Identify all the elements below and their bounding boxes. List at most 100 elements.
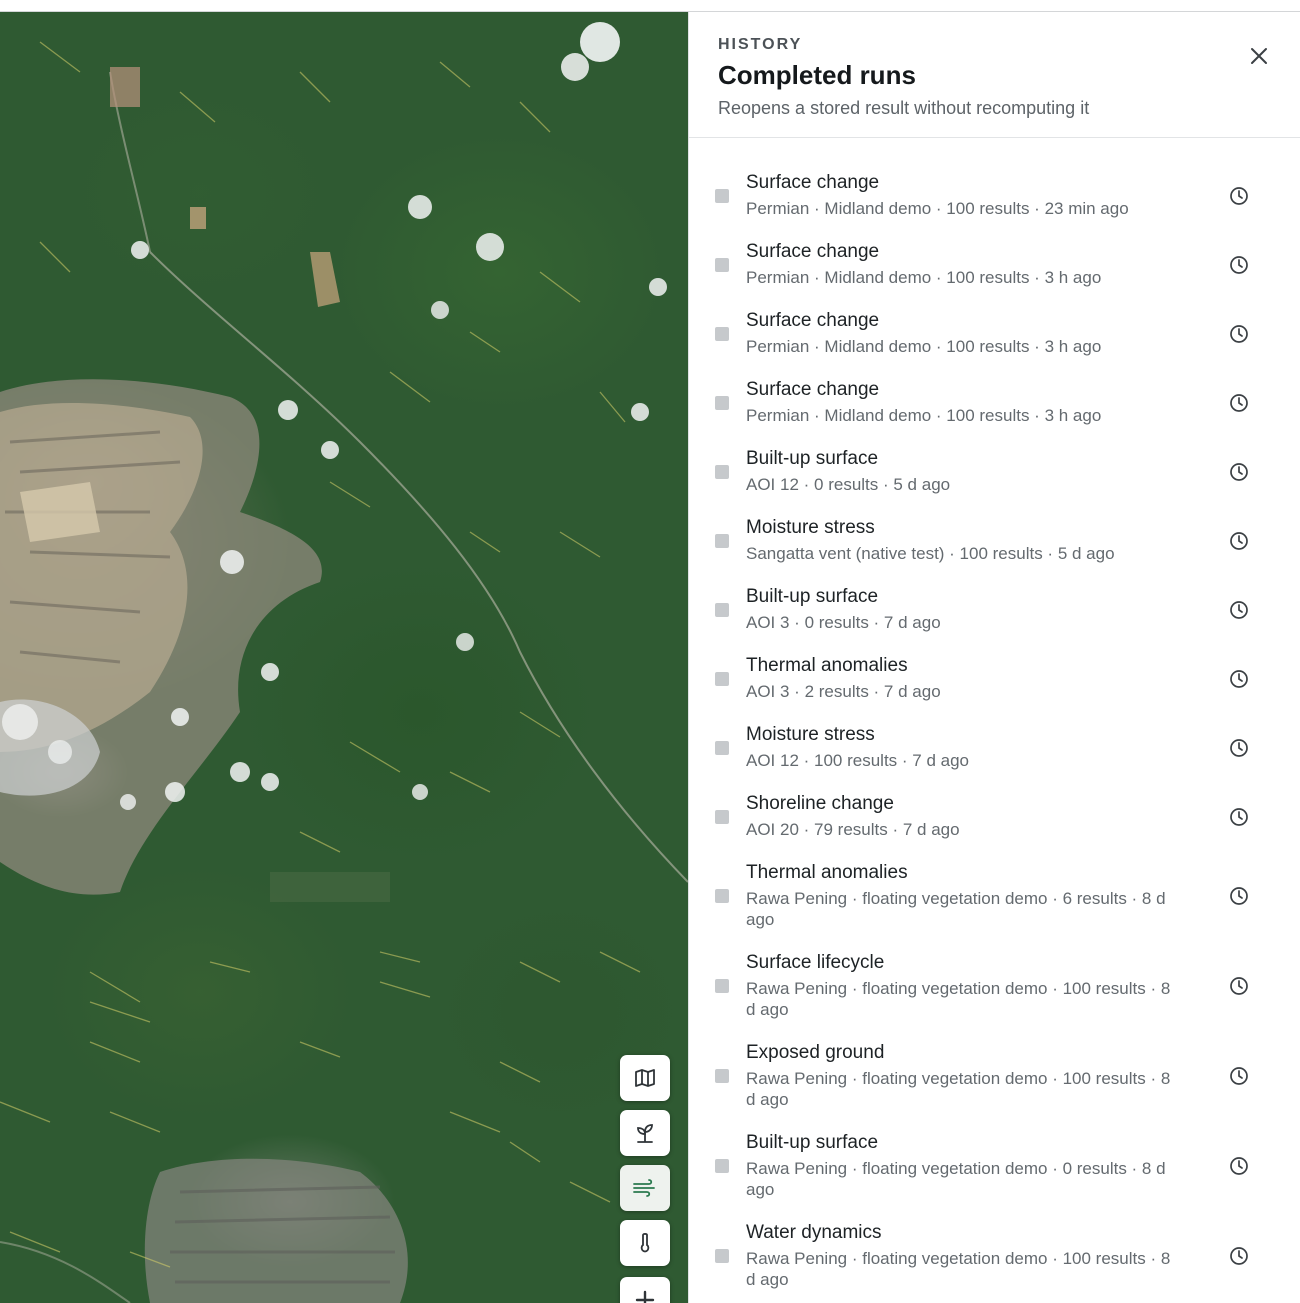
map-imagery [0,22,688,1303]
clock-icon[interactable] [1229,600,1249,620]
run-text: Thermal anomalies Rawa Pening · floating… [746,862,1176,930]
run-name: Built-up surface [746,1132,879,1153]
run-name: Built-up surface [746,586,879,607]
run-meta: AOI 12 · 100 results · 7 d ago [746,751,970,770]
clock-icon[interactable] [1229,1156,1249,1176]
run-item[interactable]: Surface lifecycle Rawa Pening · floating… [689,952,1300,1042]
runs-list: Surface change Permian · Midland demo · … [689,172,1300,1303]
clock-icon[interactable] [1229,531,1249,551]
run-status-indicator [715,189,729,203]
run-name: Moisture stress [746,517,875,538]
vegetation-button[interactable] [620,1110,670,1156]
panel-header: HISTORY Completed runs Reopens a stored … [689,12,1300,138]
run-status-indicator [715,979,729,993]
close-icon [1251,48,1267,64]
run-status-indicator [715,258,729,272]
run-meta: Rawa Pening · floating vegetation demo ·… [746,1249,1171,1289]
run-text: Water dynamics Rawa Pening · floating ve… [746,1222,1176,1290]
run-status-indicator [715,327,729,341]
run-item[interactable]: Shoreline change AOI 20 · 79 results · 7… [689,793,1300,862]
run-item[interactable]: Thermal anomalies AOI 3 · 2 results · 7 … [689,655,1300,724]
run-meta: Sangatta vent (native test) · 100 result… [746,544,1115,563]
clock-icon[interactable] [1229,738,1249,758]
clock-icon[interactable] [1229,1246,1249,1266]
run-meta: Rawa Pening · floating vegetation demo ·… [746,1159,1166,1199]
run-item[interactable]: Built-up surface Rawa Pening · floating … [689,1132,1300,1222]
clock-icon[interactable] [1229,462,1249,482]
run-item[interactable]: Water dynamics Rawa Pening · floating ve… [689,1222,1300,1303]
run-name: Surface change [746,241,880,262]
run-name: Shoreline change [746,793,894,814]
panel-title: Completed runs [718,60,916,90]
map-layers-button[interactable] [620,1055,670,1101]
clock-icon[interactable] [1229,976,1249,996]
plus-icon [635,1290,655,1303]
run-status-indicator [715,1159,729,1173]
panel-eyebrow: HISTORY [718,36,803,53]
run-item[interactable]: Moisture stress Sangatta vent (native te… [689,517,1300,586]
run-name: Surface change [746,172,880,193]
run-meta: AOI 20 · 79 results · 7 d ago [746,820,960,839]
run-status-indicator [715,396,729,410]
wind-icon [633,1179,655,1197]
run-item[interactable]: Moisture stress AOI 12 · 100 results · 7… [689,724,1300,793]
map-icon [635,1069,655,1087]
run-meta: Rawa Pening · floating vegetation demo ·… [746,889,1166,929]
run-name: Surface change [746,379,880,400]
history-panel: HISTORY Completed runs Reopens a stored … [688,12,1300,1303]
clock-icon[interactable] [1229,669,1249,689]
run-meta: Permian · Midland demo · 100 results · 3… [746,406,1102,425]
run-meta: AOI 12 · 0 results · 5 d ago [746,475,951,494]
run-status-indicator [715,465,729,479]
run-status-indicator [715,889,729,903]
run-item[interactable]: Surface change Permian · Midland demo · … [689,241,1300,310]
run-meta: AOI 3 · 0 results · 7 d ago [746,613,941,632]
run-item[interactable]: Surface change Permian · Midland demo · … [689,310,1300,379]
run-meta: Rawa Pening · floating vegetation demo ·… [746,979,1171,1019]
run-item[interactable]: Built-up surface AOI 12 · 0 results · 5 … [689,448,1300,517]
run-status-indicator [715,534,729,548]
run-meta: Permian · Midland demo · 100 results · 3… [746,337,1102,356]
run-meta: Permian · Midland demo · 100 results · 3… [746,268,1102,287]
run-text: Moisture stress AOI 12 · 100 results · 7… [746,724,1176,771]
run-text: Exposed ground Rawa Pening · floating ve… [746,1042,1176,1110]
satellite-map[interactable] [0,12,688,1303]
run-item[interactable]: Thermal anomalies Rawa Pening · floating… [689,862,1300,952]
run-item[interactable]: Exposed ground Rawa Pening · floating ve… [689,1042,1300,1132]
run-status-indicator [715,741,729,755]
run-name: Built-up surface [746,448,879,469]
clock-icon[interactable] [1229,324,1249,344]
run-name: Thermal anomalies [746,655,908,676]
wind-button[interactable] [620,1165,670,1211]
run-status-indicator [715,672,729,686]
panel-subtitle: Reopens a stored result without recomput… [718,98,1090,118]
clock-icon[interactable] [1229,186,1249,206]
run-status-indicator [715,810,729,824]
thermometer-icon [640,1232,650,1253]
run-text: Surface change Permian · Midland demo · … [746,241,1176,288]
zoom-in-button[interactable] [620,1277,670,1303]
run-item[interactable]: Surface change Permian · Midland demo · … [689,379,1300,448]
clock-icon[interactable] [1229,255,1249,275]
run-text: Built-up surface AOI 12 · 0 results · 5 … [746,448,1176,495]
run-name: Exposed ground [746,1042,885,1063]
clock-icon[interactable] [1229,886,1249,906]
run-text: Built-up surface Rawa Pening · floating … [746,1132,1176,1200]
run-item[interactable]: Built-up surface AOI 3 · 0 results · 7 d… [689,586,1300,655]
run-text: Surface change Permian · Midland demo · … [746,379,1176,426]
run-text: Moisture stress Sangatta vent (native te… [746,517,1176,564]
clock-icon[interactable] [1229,1066,1249,1086]
run-status-indicator [715,603,729,617]
run-item[interactable]: Surface change Permian · Midland demo · … [689,172,1300,241]
temperature-button[interactable] [620,1220,670,1266]
run-text: Surface lifecycle Rawa Pening · floating… [746,952,1176,1020]
run-name: Thermal anomalies [746,862,908,883]
clock-icon[interactable] [1229,807,1249,827]
sprout-icon [637,1124,653,1143]
run-status-indicator [715,1249,729,1263]
clock-icon[interactable] [1229,393,1249,413]
close-button[interactable] [1245,42,1273,70]
run-meta: Permian · Midland demo · 100 results · 2… [746,199,1129,218]
run-text: Shoreline change AOI 20 · 79 results · 7… [746,793,1176,840]
top-divider [0,0,1300,12]
